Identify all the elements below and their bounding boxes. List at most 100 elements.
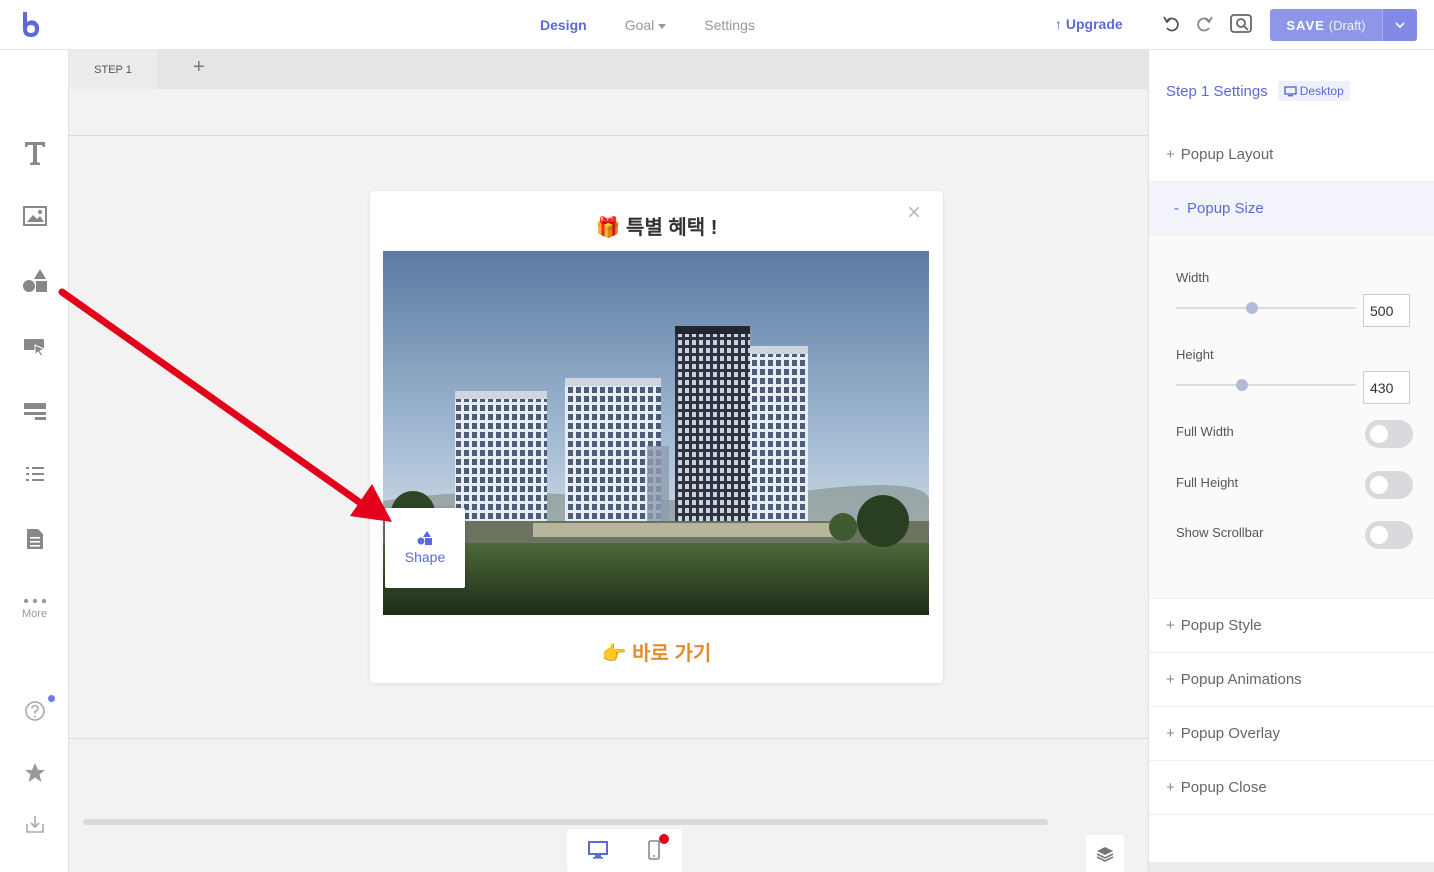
section-label: Popup Layout	[1180, 146, 1274, 163]
add-text-button[interactable]	[0, 140, 69, 166]
redo-icon[interactable]	[1193, 13, 1215, 35]
gift-icon: 🎁	[595, 217, 621, 239]
form-icon	[23, 403, 46, 420]
expand-icon: +	[1166, 671, 1175, 688]
section-popup-overlay[interactable]: + Popup Overlay	[1149, 707, 1434, 761]
nav-goal-label: Goal	[624, 17, 655, 33]
show-scrollbar-label: Show Scrollbar	[1176, 525, 1264, 540]
add-list-button[interactable]	[0, 465, 69, 483]
mobile-alert-dot	[659, 834, 669, 844]
image-icon	[22, 206, 47, 226]
text-icon	[24, 142, 45, 165]
width-slider[interactable]	[1176, 302, 1356, 314]
nav-goal[interactable]: Goal	[625, 17, 667, 33]
add-image-button[interactable]	[0, 206, 69, 226]
width-input[interactable]: 500	[1363, 294, 1410, 327]
show-scrollbar-toggle[interactable]	[1365, 521, 1413, 549]
popup-preview[interactable]: 🎁 특별 혜택 ! × 👉 바로 가기	[370, 191, 943, 683]
height-slider-handle[interactable]	[1236, 379, 1248, 391]
section-popup-style[interactable]: + Popup Style	[1149, 599, 1434, 653]
help-button[interactable]	[0, 700, 69, 722]
collapse-icon: -	[1174, 200, 1179, 217]
mobile-view-icon[interactable]	[648, 840, 660, 860]
undo-icon[interactable]	[1161, 13, 1183, 35]
upgrade-label: Upgrade	[1065, 16, 1123, 32]
add-shape-button[interactable]	[0, 268, 69, 294]
more-dots-icon	[23, 598, 46, 604]
step-tabs: STEP 1 +	[69, 50, 1148, 89]
horizontal-scrollbar[interactable]	[83, 819, 1048, 825]
popup-size-settings: Width 500 Height 430 Full Width Full Hei…	[1149, 236, 1434, 599]
shapes-icon	[22, 269, 47, 292]
width-label: Width	[1176, 270, 1210, 285]
section-label: Popup Style	[1180, 617, 1262, 634]
upgrade-link[interactable]: ↑ Upgrade	[1055, 16, 1123, 32]
section-popup-animations[interactable]: + Popup Animations	[1149, 653, 1434, 707]
height-slider[interactable]	[1176, 379, 1356, 391]
help-icon	[24, 701, 45, 721]
device-badge[interactable]: Desktop	[1277, 81, 1350, 101]
full-height-toggle[interactable]	[1365, 471, 1413, 499]
full-width-label: Full Width	[1176, 424, 1234, 439]
favorites-button[interactable]	[0, 762, 69, 784]
pointing-hand-icon: 👉	[601, 643, 627, 665]
section-label: Popup Size	[1187, 200, 1264, 217]
nav-design[interactable]: Design	[540, 17, 587, 33]
popup-cta-text: 바로 가기	[632, 643, 712, 665]
popup-title[interactable]: 🎁 특별 혜택 !	[370, 211, 943, 240]
height-label: Height	[1176, 347, 1214, 362]
expand-icon: +	[1166, 617, 1175, 634]
top-bar: Design Goal Settings ↑ Upgrade SAVE (Draf…	[0, 0, 1434, 50]
expand-icon: +	[1166, 725, 1175, 742]
logo-icon[interactable]	[18, 10, 44, 40]
settings-panel: Step 1 Settings Desktop + Popup Layout -P…	[1148, 50, 1434, 872]
device-badge-label: Desktop	[1299, 84, 1344, 98]
panel-footer	[1149, 862, 1434, 872]
chevron-down-icon	[1395, 21, 1405, 28]
section-label: Popup Close	[1180, 779, 1267, 796]
import-button[interactable]	[0, 814, 69, 834]
element-toolbar: More	[0, 50, 69, 872]
nav-settings[interactable]: Settings	[704, 17, 755, 33]
add-step-button[interactable]: +	[193, 56, 205, 79]
full-width-toggle[interactable]	[1365, 420, 1413, 448]
star-icon	[24, 763, 45, 782]
popup-close-button[interactable]: ×	[907, 199, 921, 227]
full-height-label: Full Height	[1176, 475, 1239, 490]
section-label: Popup Animations	[1180, 671, 1302, 688]
shape-drag-label: Shape	[404, 549, 446, 565]
more-button[interactable]: More	[0, 598, 69, 620]
expand-icon: +	[1166, 146, 1175, 163]
list-icon	[25, 467, 44, 481]
shapes-icon	[417, 531, 432, 545]
height-input[interactable]: 430	[1363, 371, 1410, 404]
save-dropdown-button[interactable]	[1382, 9, 1417, 41]
stage-top-border	[69, 135, 1148, 136]
panel-title: Step 1 Settings	[1166, 82, 1268, 100]
editor-canvas: STEP 1 + 🎁 특별 혜택 ! × 👉 바로 가기	[69, 50, 1148, 872]
main-nav: Design Goal Settings	[540, 0, 755, 50]
chevron-down-icon	[658, 23, 667, 29]
download-icon	[25, 816, 44, 833]
add-form-button[interactable]	[0, 402, 69, 420]
layers-button[interactable]	[1086, 835, 1124, 872]
desktop-view-icon[interactable]	[588, 841, 608, 859]
save-label[interactable]: SAVE (Draft)	[1270, 9, 1382, 41]
tab-step-1[interactable]: STEP 1	[69, 50, 157, 89]
popup-title-text: 특별 혜택 !	[626, 217, 718, 239]
preview-icon[interactable]	[1229, 13, 1253, 35]
save-button[interactable]: SAVE (Draft)	[1270, 9, 1417, 41]
arrow-up-icon: ↑	[1055, 16, 1062, 32]
popup-cta-link[interactable]: 👉 바로 가기	[370, 637, 943, 666]
shape-drag-card[interactable]: Shape	[385, 508, 465, 588]
device-switcher	[567, 829, 682, 872]
section-popup-layout[interactable]: + Popup Layout	[1149, 128, 1434, 182]
add-document-button[interactable]	[0, 528, 69, 550]
button-cursor-icon	[23, 339, 45, 357]
section-popup-close[interactable]: + Popup Close	[1149, 761, 1434, 815]
width-slider-handle[interactable]	[1246, 302, 1258, 314]
section-popup-size[interactable]: - Popup Size	[1149, 182, 1434, 236]
add-button-element[interactable]	[0, 337, 69, 357]
more-label: More	[21, 608, 48, 620]
expand-icon: +	[1166, 779, 1175, 796]
